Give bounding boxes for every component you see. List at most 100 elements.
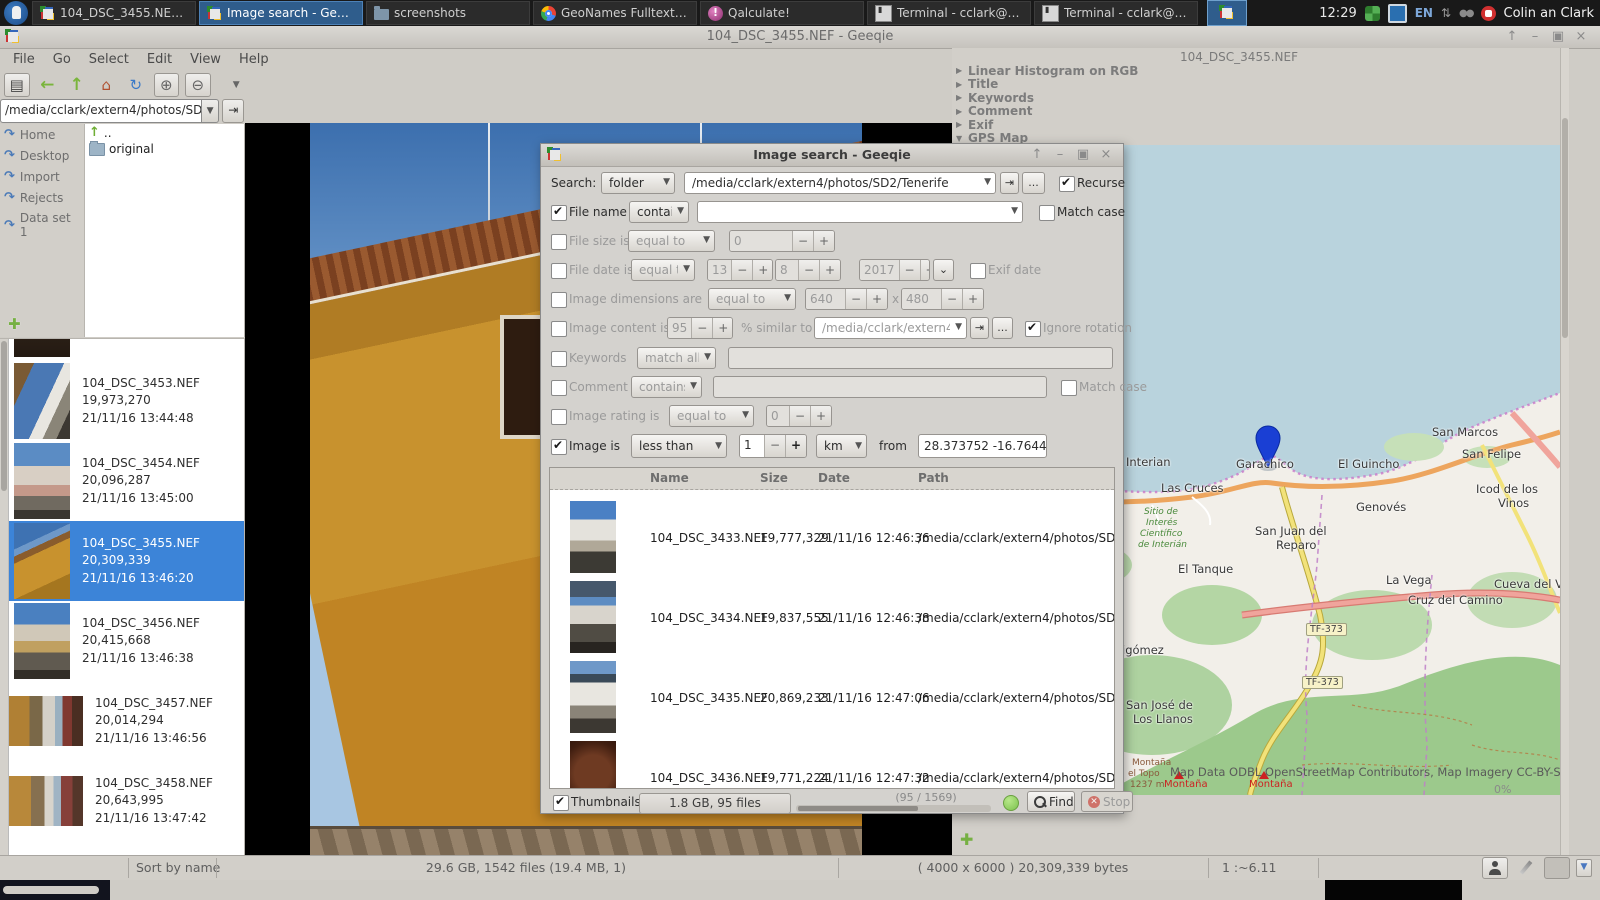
comment-match-case-checkbox[interactable]	[1061, 380, 1077, 396]
similar-path-input[interactable]: /media/cclark/extern4/p▼	[814, 317, 967, 339]
comment-op-select[interactable]: contains▼	[631, 376, 702, 398]
result-row[interactable]: 104_DSC_3436.NEF19,771,22421/11/16 12:47…	[550, 738, 1114, 789]
similar-path-enter-button[interactable]: ⇥	[970, 317, 989, 339]
file-name-input[interactable]: ▼	[697, 201, 1023, 223]
taskbar-item[interactable]: Terminal - cclark@talltr...	[1034, 1, 1198, 25]
year-spinner[interactable]: 2017−+	[859, 259, 930, 281]
content-checkbox[interactable]	[551, 321, 567, 337]
browse-button[interactable]: ...	[1022, 172, 1045, 194]
file-size-spinner[interactable]: 0−+	[729, 230, 835, 252]
file-item[interactable]: 104_DSC_3456.NEF20,415,66821/11/16 13:46…	[9, 601, 244, 681]
user-menu[interactable]: Colin an Clark	[1504, 6, 1595, 21]
distance-spinner[interactable]: 1−+	[739, 434, 807, 458]
section-title[interactable]: ▶Title	[956, 78, 1138, 92]
distance-unit-select[interactable]: km▼	[816, 434, 867, 458]
link-icon[interactable]: ●●	[1459, 8, 1472, 19]
folder-item[interactable]: ↑..	[85, 124, 244, 141]
dimensions-checkbox[interactable]	[551, 292, 567, 308]
taskbar-item[interactable]: Terminal - cclark@talltr...	[867, 1, 1031, 25]
calendar-dropdown-icon[interactable]: ⌄	[933, 259, 954, 281]
exif-date-checkbox[interactable]	[970, 263, 986, 279]
column-size[interactable]: Size	[760, 471, 788, 485]
similarity-spinner[interactable]: 95−+	[667, 317, 733, 339]
updates-icon[interactable]	[1365, 6, 1380, 21]
section-exif[interactable]: ▶Exif	[956, 118, 1138, 132]
column-date[interactable]: Date	[818, 471, 850, 485]
zoom-out-icon[interactable]: ⊖	[185, 73, 211, 97]
file-list-scrollbar[interactable]	[0, 339, 9, 856]
sort-mode[interactable]: Sort by name	[136, 860, 220, 875]
recurse-checkbox[interactable]	[1059, 176, 1075, 192]
file-item[interactable]: 104_DSC_3457.NEF20,014,29421/11/16 13:46…	[9, 681, 244, 761]
file-date-op-select[interactable]: equal to▼	[631, 259, 695, 281]
home-icon[interactable]: ⌂	[95, 74, 119, 96]
column-path[interactable]: Path	[918, 471, 949, 485]
refresh-icon[interactable]: ↻	[124, 74, 148, 96]
taskbar-item[interactable]: Image search - Geeqie	[199, 1, 363, 25]
panel-scrollbar[interactable]	[1560, 48, 1569, 855]
taskbar-item[interactable]: screenshots	[366, 1, 530, 25]
minimize-icon[interactable]: –	[1053, 147, 1067, 162]
column-name[interactable]: Name	[650, 471, 689, 485]
results-hscrollbar[interactable]	[796, 805, 991, 812]
close-icon[interactable]: ×	[1099, 147, 1113, 162]
result-row[interactable]: 104_DSC_3435.NEF20,869,23321/11/16 12:47…	[550, 658, 1114, 738]
up-icon[interactable]: ↑	[65, 74, 89, 96]
file-size-op-select[interactable]: equal to▼	[628, 230, 715, 252]
dialog-titlebar[interactable]: Image search - Geeqie ↑ – ▣ ×	[541, 144, 1123, 167]
file-item-partial[interactable]	[9, 338, 244, 359]
maximize-icon[interactable]: ▣	[1076, 147, 1090, 162]
file-item[interactable]: 104_DSC_3455.NEF20,309,33921/11/16 13:46…	[9, 521, 244, 601]
close-icon[interactable]: ×	[1574, 29, 1588, 44]
dropdown-icon[interactable]: ▼	[225, 74, 249, 96]
updown-arrows-icon[interactable]: ⇅	[1441, 6, 1451, 20]
width-spinner[interactable]: 640−+	[805, 288, 888, 310]
file-item[interactable]: 104_DSC_3453.NEF19,973,27021/11/16 13:44…	[9, 361, 244, 441]
bookmark-desktop[interactable]: ↷Desktop	[0, 145, 84, 166]
notifications-icon[interactable]	[1481, 6, 1496, 21]
result-row[interactable]: 104_DSC_3434.NEF19,837,55521/11/16 12:46…	[550, 578, 1114, 658]
keywords-checkbox[interactable]	[551, 351, 567, 367]
zoom-in-icon[interactable]: ⊕	[154, 73, 180, 97]
rating-op-select[interactable]: equal to▼	[669, 405, 754, 427]
dimensions-op-select[interactable]: equal to▼	[708, 288, 796, 310]
add-section-icon[interactable]: ✚	[960, 830, 973, 849]
file-date-checkbox[interactable]	[551, 263, 567, 279]
taskbar-item[interactable]: 104_DSC_3455.NEF - G...	[32, 1, 196, 25]
taskbar-item[interactable]: GeoNames Fulltextsear...	[533, 1, 697, 25]
bookmark-home[interactable]: ↷Home	[0, 124, 84, 145]
menu-edit[interactable]: Edit	[140, 51, 179, 69]
path-enter-button[interactable]: ⇥	[1000, 172, 1019, 194]
menu-help[interactable]: Help	[232, 51, 276, 69]
list-view-icon[interactable]: ▤	[4, 73, 30, 97]
main-titlebar[interactable]: 104_DSC_3455.NEF - Geeqie ↑ – ▣ ×	[0, 26, 1600, 49]
rating-checkbox[interactable]	[551, 409, 567, 425]
face-detect-button[interactable]	[1482, 857, 1508, 879]
section-linear-histogram-on-rgb[interactable]: ▶Linear Histogram on RGB	[956, 64, 1138, 78]
search-path-input[interactable]: /media/cclark/extern4/photos/SD2/Tenerif…	[684, 172, 996, 194]
file-item[interactable]: 104_DSC_3454.NEF20,096,28721/11/16 13:45…	[9, 441, 244, 521]
file-size-checkbox[interactable]	[551, 234, 567, 250]
add-bookmark-icon[interactable]: ✚	[8, 315, 21, 333]
find-button[interactable]: Find	[1027, 791, 1075, 812]
ignore-rotation-checkbox[interactable]	[1025, 321, 1041, 337]
rating-spinner[interactable]: 0−+	[766, 405, 832, 427]
keywords-input[interactable]	[728, 347, 1113, 369]
search-type-select[interactable]: folder▼	[601, 172, 675, 194]
section-keywords[interactable]: ▶Keywords	[956, 91, 1138, 105]
rollup-icon[interactable]: ↑	[1505, 29, 1519, 44]
menu-select[interactable]: Select	[82, 51, 136, 69]
file-name-op-select[interactable]: contains▼	[629, 201, 689, 223]
similar-browse-button[interactable]: ...	[992, 317, 1013, 339]
menu-file[interactable]: File	[6, 51, 42, 69]
day-spinner[interactable]: 13−+	[707, 259, 773, 281]
taskbar-item[interactable]: Qalculate!	[700, 1, 864, 25]
path-dropdown-icon[interactable]: ▼	[202, 99, 220, 123]
menu-view[interactable]: View	[183, 51, 228, 69]
marks-button[interactable]	[1544, 857, 1570, 879]
month-spinner[interactable]: 8−+	[775, 259, 841, 281]
rollup-icon[interactable]: ↑	[1030, 147, 1044, 162]
result-row[interactable]: 104_DSC_3433.NEF19,777,32921/11/16 12:46…	[550, 498, 1114, 578]
keywords-op-select[interactable]: match all▼	[637, 347, 716, 369]
section-comment[interactable]: ▶Comment	[956, 105, 1138, 119]
